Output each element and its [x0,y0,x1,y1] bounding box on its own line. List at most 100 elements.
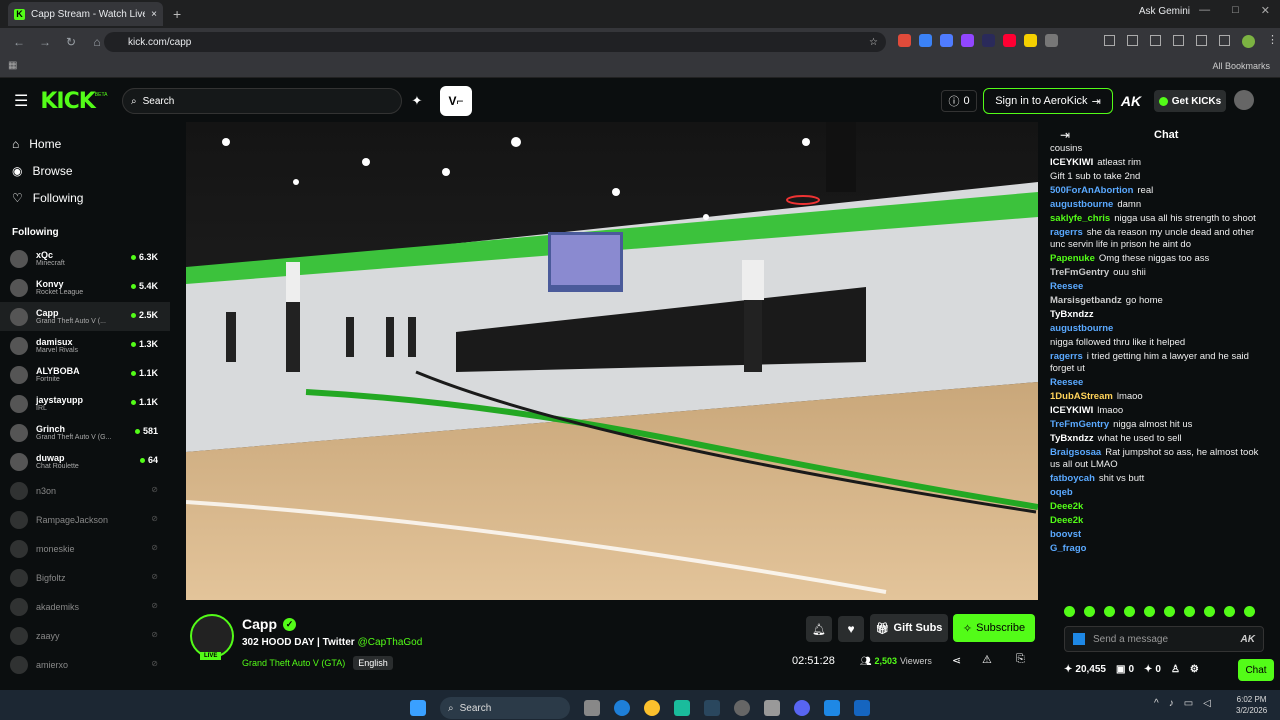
kick-app-icon[interactable]: V⌐ [440,86,472,116]
get-kicks-button[interactable]: Get KICKs [1154,90,1226,112]
count-2[interactable]: ✦ 0 [1144,664,1161,675]
aerokick-logo[interactable]: AK [1120,90,1142,112]
menu-hamburger-icon[interactable]: ☰ [14,91,28,111]
sidebar-channel-zaayy[interactable]: zaayy ⊘ [0,621,170,650]
collapse-chat-icon[interactable]: ⇥ [1060,128,1070,142]
emote-icon[interactable] [1184,606,1195,617]
back-icon[interactable]: ← [12,35,26,49]
chat-username[interactable]: G_frago [1050,543,1086,554]
sidebar-channel-rampagejackson[interactable]: RampageJackson ⊘ [0,505,170,534]
windows-start-icon[interactable] [410,700,426,716]
category-link[interactable]: Grand Theft Auto V (GTA) [242,658,345,668]
extension-icon[interactable] [1024,34,1037,47]
sidebar-channel-konvy[interactable]: Konvy Rocket League 5.4K [0,273,170,302]
sign-in-button[interactable]: Sign in to AeroKick ⇥ [983,88,1113,114]
share-icon[interactable]: ⋖ [952,654,961,667]
count-1[interactable]: ▣ 0 [1116,664,1134,675]
emote-icon[interactable] [1224,606,1235,617]
download-icon[interactable] [1173,35,1184,46]
language-tag[interactable]: English [353,656,393,670]
sidebar-channel-akademiks[interactable]: akademiks ⊘ [0,592,170,621]
ask-gemini-button[interactable]: Ask Gemini [1139,6,1190,17]
microphone-icon[interactable]: ♪ [1169,698,1174,709]
chat-message-input[interactable]: Send a message AK [1064,626,1264,652]
points-button[interactable]: ⓘ 0 [941,90,977,112]
forward-icon[interactable]: → [38,35,52,49]
emote-icon[interactable] [1204,606,1215,617]
close-window-icon[interactable]: ✕ [1261,4,1270,17]
nav-home[interactable]: ⌂ Home [0,130,170,157]
maximize-icon[interactable]: □ [1232,4,1239,17]
channel-points[interactable]: ✦ 20,455 [1064,664,1106,675]
nav-browse[interactable]: ◉ Browse [0,157,170,184]
chat-username[interactable]: ICEYKIWI [1050,405,1093,416]
app-icon[interactable] [734,700,750,716]
link-icon[interactable] [1127,35,1138,46]
chat-username[interactable]: Reesee [1050,377,1083,388]
sparkle-icon[interactable]: ✦ [408,90,426,112]
customize-icon[interactable] [1219,35,1230,46]
apps-grid-icon[interactable]: ▦ [8,60,17,71]
emote-icon[interactable] [1164,606,1175,617]
chat-username[interactable]: TyBxndzz [1050,433,1094,444]
user-icon[interactable]: ♙ [1171,664,1180,675]
emote-icon[interactable] [1064,606,1075,617]
gift-subs-button[interactable]: 🎁︎ Gift Subs [870,614,948,642]
minimize-icon[interactable]: — [1199,4,1210,17]
video-player[interactable] [186,122,1038,600]
chat-username[interactable]: Papenuke [1050,253,1095,264]
edge-icon[interactable] [614,700,630,716]
tab-search-icon[interactable] [1104,35,1115,46]
emote-icon[interactable] [1124,606,1135,617]
settings-gear-icon[interactable]: ⚙ [1190,664,1199,675]
sidebar-channel-xqc[interactable]: xQc Minecraft 6.3K [0,244,170,273]
sidebar-channel-grinch[interactable]: Grinch Grand Theft Auto V (G... 581 [0,418,170,447]
clip-icon[interactable]: ⎘ [1016,653,1025,666]
twitter-link[interactable]: @CapThaGod [358,637,423,648]
app-icon[interactable] [854,700,870,716]
subscribe-button[interactable]: ✧ Subscribe [953,614,1035,642]
chat-username[interactable]: augustbourne [1050,323,1113,334]
chat-username[interactable]: boovst [1050,529,1081,540]
emote-icon[interactable] [1084,606,1095,617]
chat-username[interactable]: ragerrs [1050,351,1083,362]
chat-username[interactable]: Reesee [1050,281,1083,292]
extension-icon[interactable] [1003,34,1016,47]
reload-icon[interactable]: ↻ [64,35,78,49]
new-tab-button[interactable]: + [173,6,181,22]
browser-tab[interactable]: K Capp Stream - Watch Live ... × [8,2,163,26]
bookmark-star-icon[interactable]: ☆ [869,37,878,48]
home-icon[interactable]: ⌂ [90,35,104,49]
sidebar-channel-damisux[interactable]: damisux Marvel Rivals 1.3K [0,331,170,360]
clock[interactable]: 6:02 PM 3/2/2026 [1236,694,1267,716]
chat-username[interactable]: Braigsosaa [1050,447,1101,458]
follow-heart-icon[interactable]: ♥ [838,616,864,642]
chat-username[interactable]: TyBxndzz [1050,309,1094,320]
send-chat-button[interactable]: Chat [1238,659,1274,681]
emote-picker-icon[interactable] [1073,633,1085,645]
puzzle-icon[interactable] [1045,34,1058,47]
sidebar-channel-bigfoltz[interactable]: Bigfoltz ⊘ [0,563,170,592]
extension-icon[interactable] [982,34,995,47]
extension-icon[interactable] [940,34,953,47]
taskbar-search[interactable]: ⌕ Search [440,697,570,719]
all-bookmarks-link[interactable]: All Bookmarks [1212,61,1270,71]
app-icon[interactable] [674,700,690,716]
discord-icon[interactable] [794,700,810,716]
sidebar-channel-alyboba[interactable]: ALYBOBA Fortnite 1.1K [0,360,170,389]
user-avatar[interactable] [1234,90,1254,110]
nav-following[interactable]: ♡ Following [0,184,170,211]
sidepanel-icon[interactable] [1196,35,1207,46]
task-view-icon[interactable] [584,700,600,716]
app-icon[interactable] [764,700,780,716]
streamer-name[interactable]: Capp [242,616,277,632]
network-icon[interactable]: ▭ [1184,698,1193,709]
sidebar-channel-n3on[interactable]: n3on ⊘ [0,476,170,505]
kick-logo[interactable]: KICK [40,89,95,114]
chat-username[interactable]: oqeb [1050,487,1073,498]
extension-icon[interactable] [898,34,911,47]
emote-icon[interactable] [1244,606,1255,617]
steam-icon[interactable] [704,700,720,716]
chat-username[interactable]: TreFmGentry [1050,419,1109,430]
sidebar-channel-capp[interactable]: Capp Grand Theft Auto V (... 2.5K [0,302,170,331]
